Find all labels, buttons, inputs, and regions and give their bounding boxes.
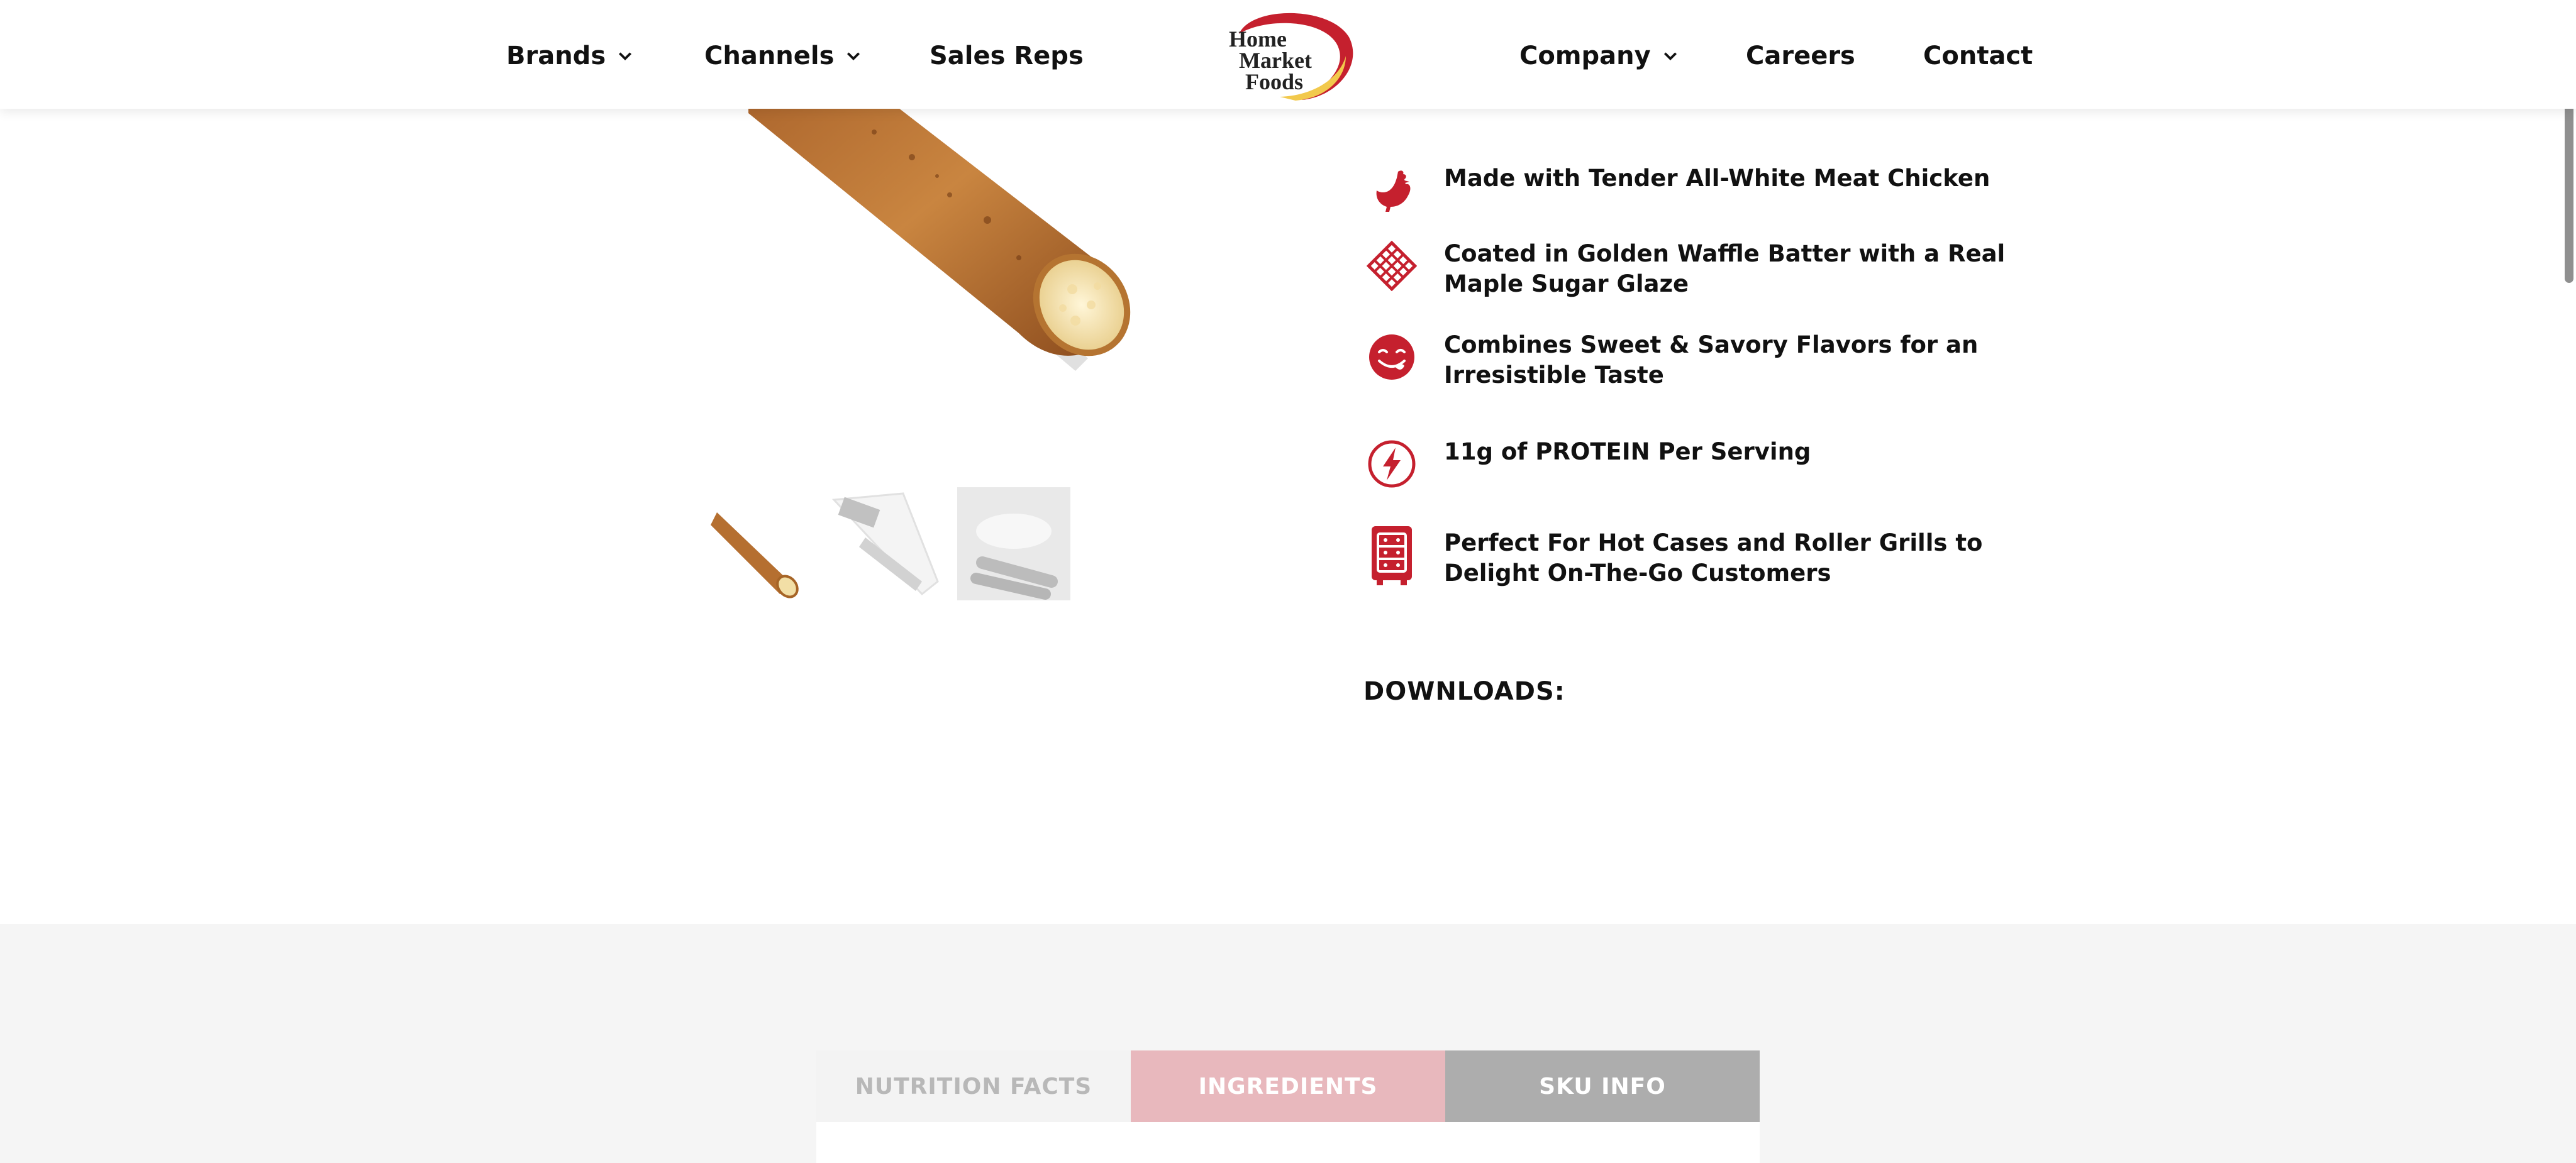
nav-channels-label: Channels xyxy=(704,41,835,70)
nav-contact-label: Contact xyxy=(1923,41,2033,70)
feature-text: Perfect For Hot Cases and Roller Grills … xyxy=(1444,529,1983,587)
product-info-tabs: NUTRITION FACTS INGREDIENTS SKU INFO xyxy=(816,1050,1760,1163)
tab-nutrition-facts-label: NUTRITION FACTS xyxy=(855,1073,1092,1100)
chicken-icon xyxy=(1365,163,1419,218)
nav-careers-label: Careers xyxy=(1746,41,1855,70)
scrollbar-thumb[interactable] xyxy=(2565,94,2573,283)
downloads-heading: DOWNLOADS: xyxy=(1363,677,1565,706)
nav-careers[interactable]: Careers xyxy=(1746,39,1855,73)
thumbnail-strip xyxy=(698,487,1070,600)
chevron-down-icon xyxy=(619,52,632,61)
chevron-down-icon xyxy=(1663,52,1677,61)
product-main-image xyxy=(748,75,1131,371)
nav-brands[interactable]: Brands xyxy=(506,39,633,73)
roller-grill-icon xyxy=(1365,526,1419,585)
thumbnail-product-stick[interactable] xyxy=(698,487,811,600)
tab-ingredients[interactable]: INGREDIENTS xyxy=(1131,1050,1445,1122)
feature-text: Combines Sweet & Savory Flavors for an I… xyxy=(1444,331,1979,389)
tab-ingredients-label: INGREDIENTS xyxy=(1198,1073,1378,1100)
nav-brands-label: Brands xyxy=(506,41,606,70)
product-serving-image xyxy=(957,487,1070,600)
logo-line3: Foods xyxy=(1245,69,1303,94)
nav-sales-reps-label: Sales Reps xyxy=(930,41,1084,70)
tab-nutrition-facts[interactable]: NUTRITION FACTS xyxy=(816,1050,1131,1122)
site-header: Brands Channels Sales Reps Home Market F… xyxy=(0,0,2576,109)
product-package-image xyxy=(831,492,939,596)
feature-text: Made with Tender All-White Meat Chicken xyxy=(1444,165,1990,192)
nav-channels[interactable]: Channels xyxy=(704,39,862,73)
feature-item: Combines Sweet & Savory Flavors for an I… xyxy=(1365,330,2082,390)
product-stick-image xyxy=(711,512,799,598)
feature-text: Coated in Golden Waffle Batter with a Re… xyxy=(1444,240,2006,297)
lightning-icon xyxy=(1365,437,1419,491)
tab-sku-info-label: SKU INFO xyxy=(1539,1073,1666,1100)
nav-contact[interactable]: Contact xyxy=(1923,39,2033,73)
feature-text: 11g of PROTEIN Per Serving xyxy=(1444,438,1811,465)
thumbnail-product-package[interactable] xyxy=(828,487,941,600)
chevron-down-icon xyxy=(847,52,860,61)
waffle-icon xyxy=(1365,239,1419,293)
nav-company-label: Company xyxy=(1519,41,1651,70)
feature-item: Perfect For Hot Cases and Roller Grills … xyxy=(1365,526,2082,588)
thumbnail-product-serving[interactable] xyxy=(957,487,1070,600)
home-market-foods-logo[interactable]: Home Market Foods xyxy=(1220,9,1355,101)
feature-item: 11g of PROTEIN Per Serving xyxy=(1365,437,2082,491)
tab-sku-info[interactable]: SKU INFO xyxy=(1445,1050,1760,1122)
nav-sales-reps[interactable]: Sales Reps xyxy=(930,39,1084,73)
nav-company[interactable]: Company xyxy=(1519,39,1679,73)
feature-item: Made with Tender All-White Meat Chicken xyxy=(1365,163,2082,218)
tongue-face-icon xyxy=(1365,330,1419,384)
feature-item: Coated in Golden Waffle Batter with a Re… xyxy=(1365,239,2082,299)
